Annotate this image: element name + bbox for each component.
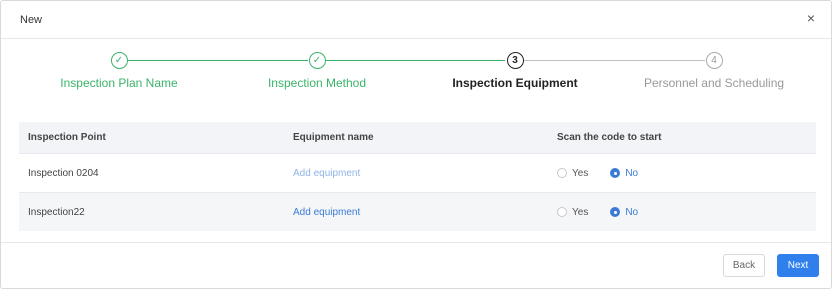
step-number: 3 xyxy=(506,52,524,69)
add-equipment-link[interactable]: Add equipment xyxy=(293,193,360,231)
step-label: Inspection Method xyxy=(267,76,367,90)
header-inspection-point: Inspection Point xyxy=(28,132,106,143)
radio-label: No xyxy=(625,206,639,218)
dialog-header: New × xyxy=(1,1,831,39)
add-equipment-link[interactable]: Add equipment xyxy=(293,154,360,192)
radio-circle-checked xyxy=(610,168,621,178)
radio-label: Yes xyxy=(572,167,589,179)
step-equipment: 3 Inspection Equipment xyxy=(405,49,625,90)
header-scan-code: Scan the code to start xyxy=(557,132,662,143)
step-check-icon: ✓ xyxy=(110,52,128,69)
radio-circle-checked xyxy=(610,207,621,217)
radio-label: No xyxy=(625,167,639,179)
back-button[interactable]: Back xyxy=(723,254,765,277)
equipment-table: Inspection Point Equipment name Scan the… xyxy=(19,122,816,231)
scan-code-radio-group: Yes No xyxy=(557,154,660,192)
step-personnel: 4 Personnel and Scheduling xyxy=(604,49,824,90)
steps-bar: ✓ Inspection Plan Name ✓ Inspection Meth… xyxy=(1,49,831,97)
radio-yes[interactable]: Yes xyxy=(557,207,588,218)
inspection-point-cell: Inspection 0204 xyxy=(28,167,99,179)
new-dialog: New × ✓ Inspection Plan Name ✓ Inspectio… xyxy=(0,0,832,289)
radio-no[interactable]: No xyxy=(610,168,638,179)
radio-no[interactable]: No xyxy=(610,207,638,218)
radio-circle xyxy=(557,207,567,217)
inspection-point-cell: Inspection22 xyxy=(28,206,85,218)
table-row: Inspection22 Add equipment Yes No xyxy=(19,192,816,231)
close-icon[interactable]: × xyxy=(807,11,815,25)
radio-label: Yes xyxy=(572,206,589,218)
radio-circle xyxy=(557,168,567,178)
step-number: 4 xyxy=(705,52,723,69)
footer-divider xyxy=(1,242,831,243)
step-label: Personnel and Scheduling xyxy=(643,76,785,90)
step-label: Inspection Equipment xyxy=(452,76,578,90)
step-method: ✓ Inspection Method xyxy=(207,49,427,90)
table-header: Inspection Point Equipment name Scan the… xyxy=(19,122,816,153)
next-button[interactable]: Next xyxy=(777,254,819,277)
dialog-title: New xyxy=(20,14,43,26)
header-equipment-name: Equipment name xyxy=(293,132,374,143)
step-check-icon: ✓ xyxy=(308,52,326,69)
radio-yes[interactable]: Yes xyxy=(557,168,588,179)
scan-code-radio-group: Yes No xyxy=(557,193,660,231)
table-row: Inspection 0204 Add equipment Yes No xyxy=(19,153,816,192)
step-label: Inspection Plan Name xyxy=(60,76,178,90)
step-plan-name: ✓ Inspection Plan Name xyxy=(9,49,229,90)
